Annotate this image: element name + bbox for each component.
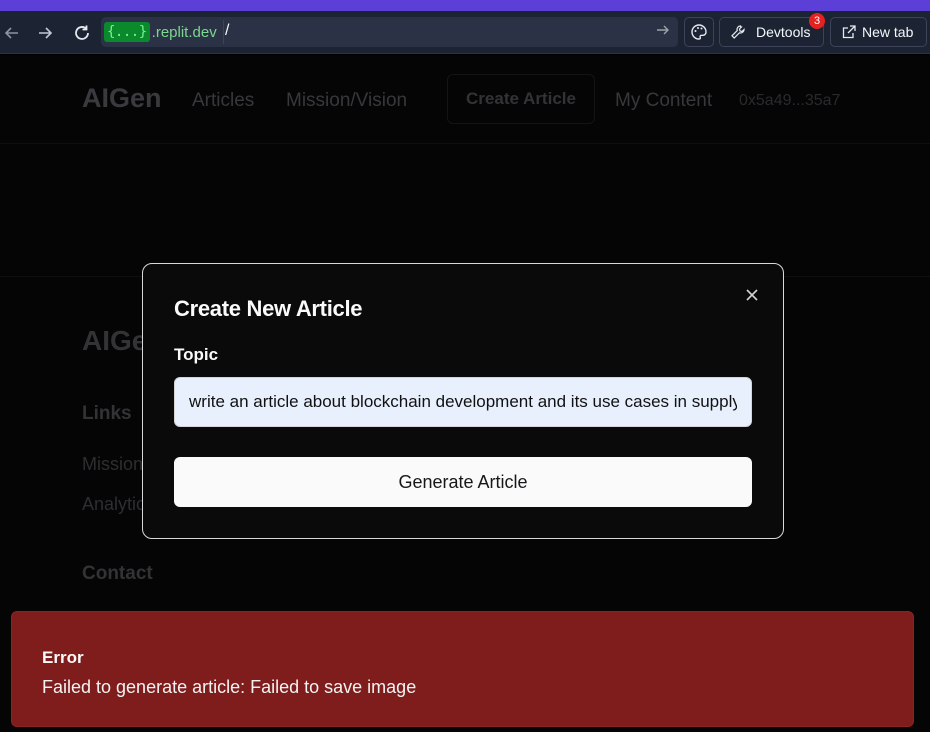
- devtools-button[interactable]: Devtools 3: [719, 13, 825, 47]
- devtools-label: Devtools: [756, 24, 811, 40]
- url-chip: {...}: [104, 22, 150, 42]
- devtools-badge: 3: [809, 13, 825, 29]
- browser-toolbar: {...} .replit.dev / Devtools 3 New tab: [0, 11, 930, 54]
- nav-my-content[interactable]: My Content: [615, 90, 712, 112]
- nav-create-article-button[interactable]: Create Article: [447, 74, 595, 124]
- theme-palette-button[interactable]: [684, 17, 714, 47]
- forward-icon[interactable]: [33, 21, 57, 45]
- back-icon[interactable]: [0, 21, 24, 45]
- wrench-icon: [731, 25, 745, 39]
- site-header: AIGen Articles Mission/Vision Create Art…: [0, 55, 930, 144]
- external-link-icon: [842, 25, 856, 39]
- topic-label: Topic: [174, 345, 219, 364]
- url-path[interactable]: /: [225, 22, 229, 40]
- url-host: {...} .replit.dev: [104, 20, 224, 44]
- palette-icon: [691, 24, 707, 40]
- topic-input[interactable]: [174, 377, 752, 427]
- nav-mission-vision[interactable]: Mission/Vision: [286, 90, 407, 112]
- toast-title: Error: [42, 648, 84, 667]
- generate-article-button[interactable]: Generate Article: [174, 457, 752, 507]
- dialog-title: Create New Article: [174, 296, 363, 321]
- reload-icon[interactable]: [70, 21, 94, 45]
- new-tab-label: New tab: [862, 24, 914, 40]
- url-bar[interactable]: {...} .replit.dev /: [101, 17, 678, 47]
- error-toast[interactable]: Error Failed to generate article: Failed…: [11, 611, 914, 727]
- url-domain: .replit.dev: [151, 23, 217, 41]
- site-logo[interactable]: AIGen: [82, 83, 162, 114]
- url-go-icon[interactable]: [656, 23, 670, 42]
- wallet-address[interactable]: 0x5a49...35a7: [739, 92, 840, 110]
- footer-contact-heading: Contact: [82, 563, 153, 584]
- footer-links-heading: Links: [82, 403, 132, 424]
- browser-accent-strip: [0, 0, 930, 11]
- nav-articles[interactable]: Articles: [192, 90, 254, 112]
- close-icon[interactable]: [743, 286, 761, 304]
- new-tab-button[interactable]: New tab: [830, 17, 927, 47]
- toast-description: Failed to generate article: Failed to sa…: [42, 677, 417, 697]
- create-article-dialog: Create New Article Topic Generate Articl…: [142, 263, 784, 539]
